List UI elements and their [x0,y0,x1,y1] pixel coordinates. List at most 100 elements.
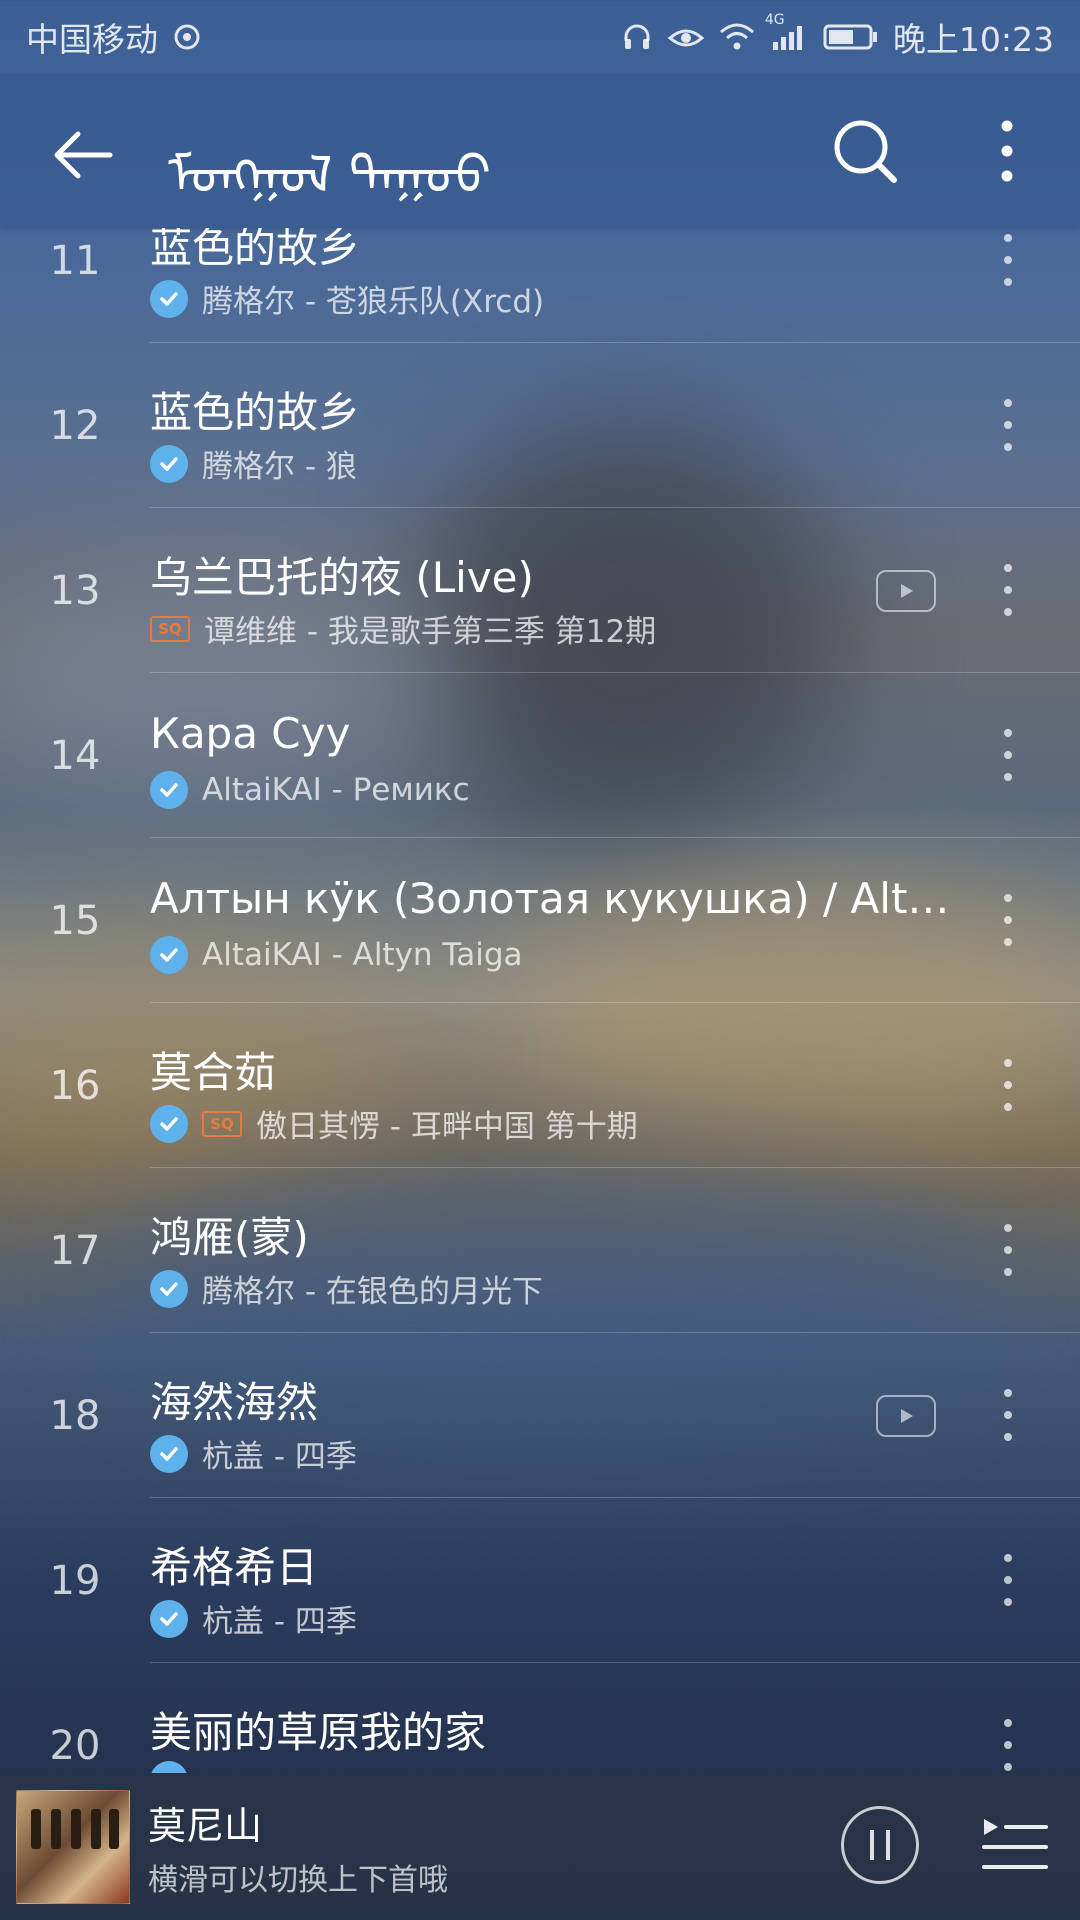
artist-album-text: 腾格尔 - 狼 [202,449,357,485]
song-more-button[interactable] [990,560,1026,620]
song-title: 蓝色的故乡 [150,228,361,272]
song-more-button[interactable] [990,1715,1026,1773]
song-subtitle-row [150,1761,202,1773]
pause-icon-bar [870,1830,874,1860]
back-button[interactable] [48,120,118,190]
page-title: ᠮᠣᠩᠭᠣᠯ ᠳᠠᠭᠤᠤ [168,146,491,206]
song-row[interactable]: 13 乌兰巴托的夜 (Live) SQ 谭维维 - 我是歌手第三季 第12期 [0,508,1080,673]
track-number: 11 [49,238,101,284]
artist-album-text: 谭维维 - 我是歌手第三季 第12期 [204,614,657,650]
track-number: 12 [49,403,101,449]
song-title: 美丽的草原我的家 [150,1708,487,1757]
song-subtitle-row: 腾格尔 - 苍狼乐队(Xrcd) [150,276,544,321]
song-title: 莫合茹 [150,1048,277,1097]
search-button[interactable] [830,116,900,186]
track-number: 13 [49,568,101,614]
song-title: 蓝色的故乡 [150,388,361,437]
pause-button[interactable] [841,1806,919,1884]
song-more-button[interactable] [990,1385,1026,1445]
app-header: ᠮᠣᠩᠭᠣᠯ ᠳᠠᠭᠤᠤ [0,74,1080,228]
track-number: 16 [49,1063,101,1109]
song-more-button[interactable] [990,1055,1026,1115]
song-row[interactable]: 12 蓝色的故乡腾格尔 - 狼 [0,343,1080,508]
song-subtitle-row: SQ 谭维维 - 我是歌手第三季 第12期 [150,606,656,651]
mini-player[interactable]: 莫尼山 横滑可以切换上下首哦 [0,1773,1080,1920]
song-subtitle-row: 腾格尔 - 在银色的月光下 [150,1266,543,1311]
song-title: Алтын кӱк (Золотая кукушка) / Altyn... [150,874,950,923]
track-number: 19 [49,1558,101,1604]
song-more-button[interactable] [990,230,1026,290]
artist-album-text: 傲日其愣 - 耳畔中国 第十期 [256,1109,638,1145]
song-more-button[interactable] [990,890,1026,950]
status-bar: 中国移动 4G 晚上10:23 [0,0,1080,74]
song-row[interactable]: 14 Кара Суу AltaiKAI - Ремикс [0,673,1080,838]
track-number: 14 [49,733,101,779]
downloaded-check-icon [150,1599,188,1638]
song-more-button[interactable] [990,1220,1026,1280]
playlist-queue-button[interactable] [980,1813,1050,1877]
artist-album-text: 杭盖 - 四季 [202,1604,357,1640]
track-number: 15 [49,898,101,944]
song-title: 鸿雁(蒙) [150,1213,309,1262]
track-number: 18 [49,1393,101,1439]
playlist-icon [982,1819,1048,1869]
track-number: 20 [49,1723,101,1769]
downloaded-check-icon [150,1761,188,1773]
song-subtitle-row: 腾格尔 - 狼 [150,441,357,486]
song-row[interactable]: 17 鸿雁(蒙) 腾格尔 - 在银色的月光下 [0,1168,1080,1333]
song-title: Кара Суу [150,709,351,758]
data-saver-icon [172,22,202,52]
song-title: 希格希日 [150,1543,319,1592]
song-subtitle-row: SQ 傲日其愣 - 耳畔中国 第十期 [150,1101,638,1146]
song-subtitle-row: 杭盖 - 四季 [150,1431,357,1476]
more-options-button[interactable] [985,116,1030,186]
headphones-icon [621,21,653,53]
song-more-button[interactable] [990,725,1026,785]
clock-label: 晚上10:23 [892,20,1054,59]
artist-album-text: AltaiKAI - Altyn Taiga [202,937,523,973]
downloaded-check-icon [150,1434,188,1473]
artist-album-text: 腾格尔 - 在银色的月光下 [202,1274,543,1310]
song-more-button[interactable] [990,1550,1026,1610]
sq-quality-icon: SQ [150,615,190,642]
downloaded-check-icon [150,279,188,318]
downloaded-check-icon [150,1104,188,1143]
eye-comfort-icon [667,22,705,52]
song-row[interactable]: 20 美丽的草原我的家 [0,1663,1080,1773]
pause-icon-bar [886,1830,890,1860]
song-subtitle-row: AltaiKAI - Altyn Taiga [150,936,523,974]
track-number: 17 [49,1228,101,1274]
network-type-label: 4G [764,12,785,28]
song-row[interactable]: 18 海然海然杭盖 - 四季 [0,1333,1080,1498]
more-vertical-icon [1001,120,1013,182]
downloaded-check-icon [150,936,188,974]
song-row[interactable]: 19 希格希日杭盖 - 四季 [0,1498,1080,1663]
song-subtitle-row: 杭盖 - 四季 [150,1596,357,1641]
artist-album-text: AltaiKAI - Ремикс [202,772,470,808]
arrow-left-icon [54,131,113,179]
artist-album-text: 腾格尔 - 苍狼乐队(Xrcd) [202,284,545,320]
song-title: 乌兰巴托的夜 (Live) [150,553,534,602]
now-playing-title: 莫尼山 [148,1804,263,1848]
song-row[interactable]: 15 Алтын кӱк (Золотая кукушка) / Altyn...… [0,838,1080,1003]
song-list[interactable]: 11 蓝色的故乡 腾格尔 - 苍狼乐队(Xrcd) 12 蓝色的故乡 腾格尔 - 狼 13 乌… [0,228,1080,1773]
signal-icon: 4G [765,12,809,52]
artist-album-text: 杭盖 - 四季 [202,1439,357,1475]
downloaded-check-icon [150,1269,188,1308]
song-subtitle-row: AltaiKAI - Ремикс [150,771,470,809]
album-cover[interactable] [16,1790,130,1904]
downloaded-check-icon [150,771,188,809]
song-title: 海然海然 [150,1378,319,1427]
mv-video-icon[interactable] [876,1395,936,1437]
wifi-icon [719,22,755,52]
downloaded-check-icon [150,444,188,483]
swipe-hint: 横滑可以切换上下首哦 [148,1863,448,1898]
song-row[interactable]: 16 莫合茹 SQ 傲日其愣 - 耳畔中国 第十期 [0,1003,1080,1168]
song-row[interactable]: 11 蓝色的故乡腾格尔 - 苍狼乐队(Xrcd) [0,228,1080,343]
mv-video-icon[interactable] [876,570,936,612]
sq-quality-icon: SQ [202,1110,242,1137]
carrier-label: 中国移动 [26,20,158,59]
search-icon [834,120,897,183]
song-more-button[interactable] [990,395,1026,455]
battery-icon [823,22,879,52]
